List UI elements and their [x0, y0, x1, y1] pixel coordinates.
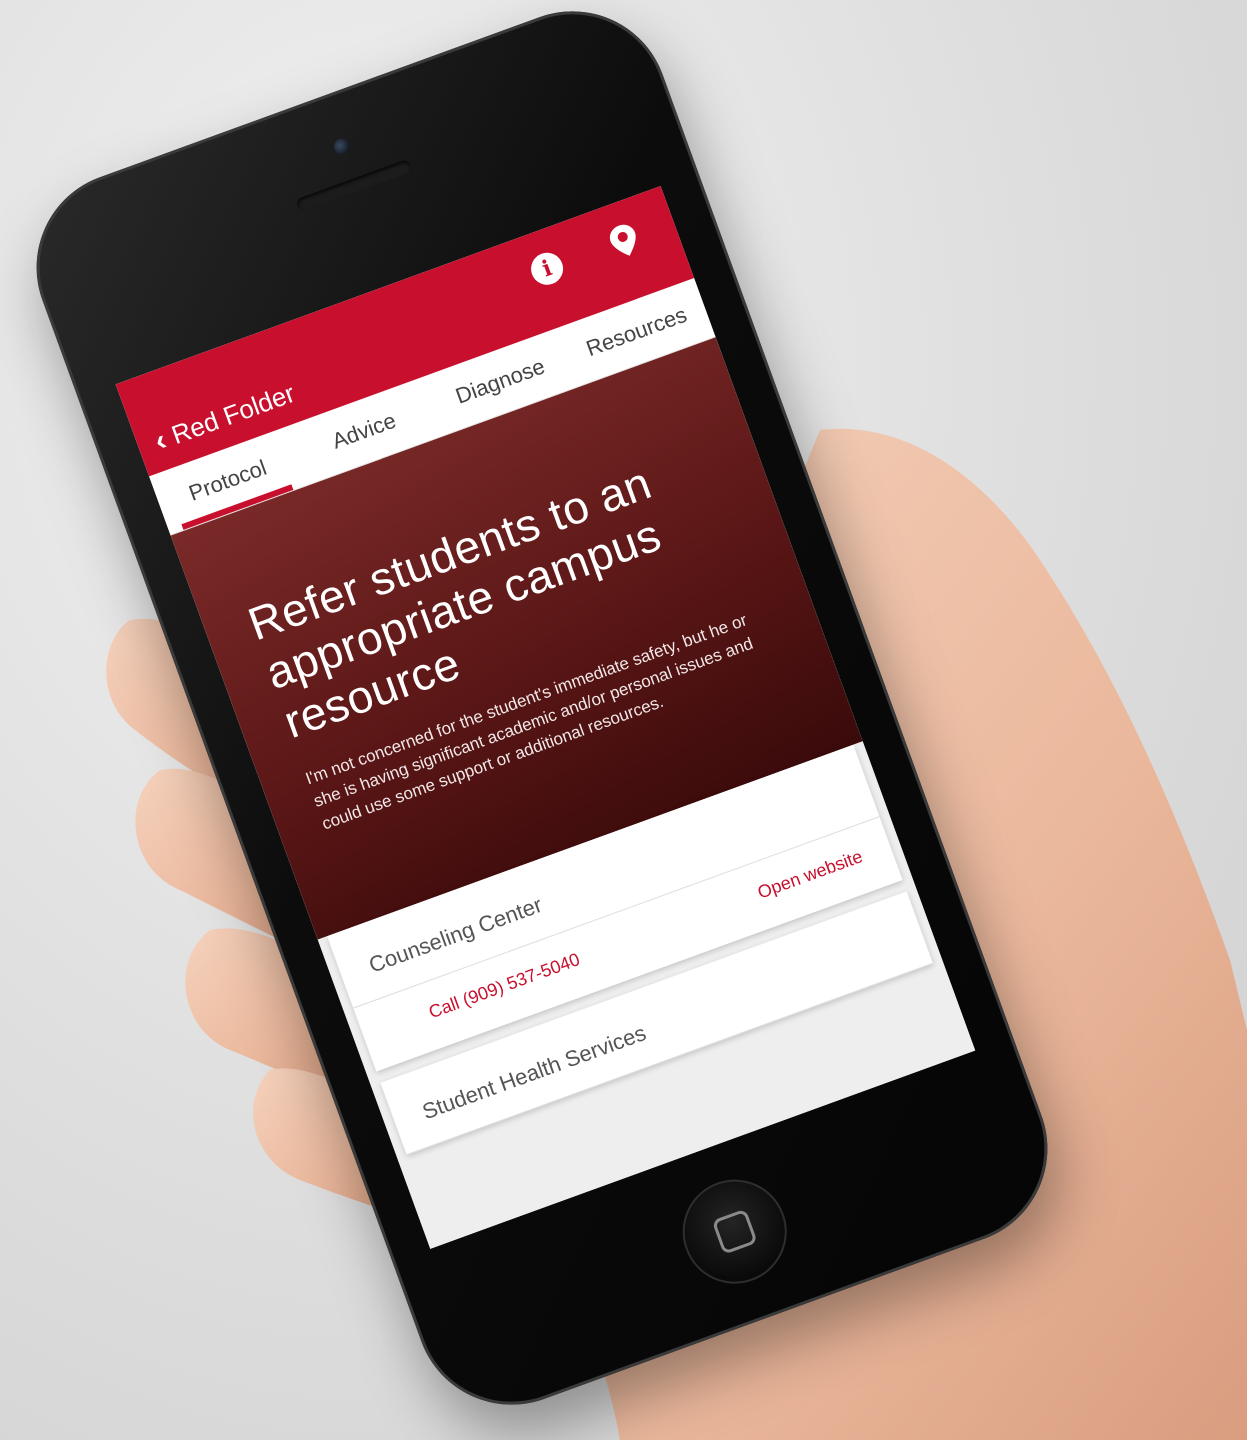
home-square-icon	[711, 1208, 758, 1255]
home-button[interactable]	[668, 1165, 802, 1299]
camera-icon	[331, 136, 353, 157]
location-pin-icon[interactable]	[602, 219, 646, 263]
speaker-grille	[295, 158, 413, 213]
app-screen: ‹ Red Folder i Protocol Advice Diagnose …	[115, 185, 976, 1249]
chevron-left-icon: ‹	[150, 423, 171, 458]
info-icon[interactable]: i	[525, 247, 569, 291]
phone-device: ‹ Red Folder i Protocol Advice Diagnose …	[9, 0, 1075, 1432]
